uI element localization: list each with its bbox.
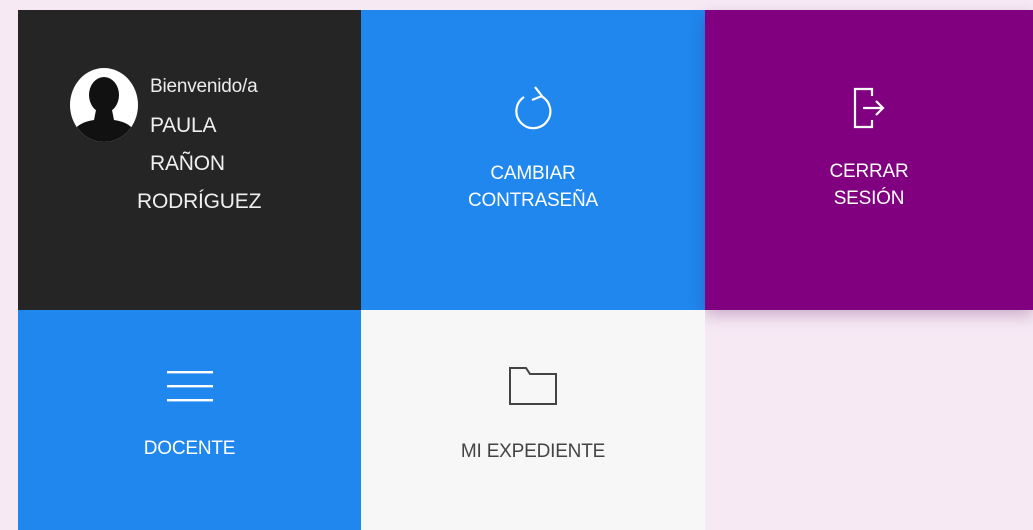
user-surname-2: RODRÍGUEZ: [137, 190, 262, 213]
change-password-button[interactable]: CAMBIAR CONTRASEÑA: [361, 10, 705, 310]
user-first-name: PAULA: [150, 114, 217, 137]
welcome-text: Bienvenido/a: [150, 76, 258, 97]
refresh-icon: [515, 86, 552, 130]
logout-icon: [853, 87, 885, 129]
my-record-label: MI EXPEDIENTE: [460, 440, 606, 462]
user-silhouette-icon: [70, 68, 138, 142]
menu-icon: [166, 370, 213, 401]
teacher-label: DOCENTE: [143, 437, 236, 459]
user-surname-1: RAÑON: [150, 152, 225, 175]
logout-button[interactable]: CERRAR SESIÓN: [705, 10, 1033, 310]
logout-label: CERRAR SESIÓN: [829, 161, 909, 209]
folder-icon: [509, 366, 557, 405]
dashboard-grid: Bienvenido/a PAULA RAÑON RODRÍGUEZ CAMBI…: [18, 10, 1033, 530]
user-tile: Bienvenido/a PAULA RAÑON RODRÍGUEZ: [18, 10, 361, 310]
change-password-label: CAMBIAR CONTRASEÑA: [468, 163, 598, 211]
my-record-button[interactable]: MI EXPEDIENTE: [361, 310, 705, 530]
teacher-button[interactable]: DOCENTE: [18, 310, 361, 530]
